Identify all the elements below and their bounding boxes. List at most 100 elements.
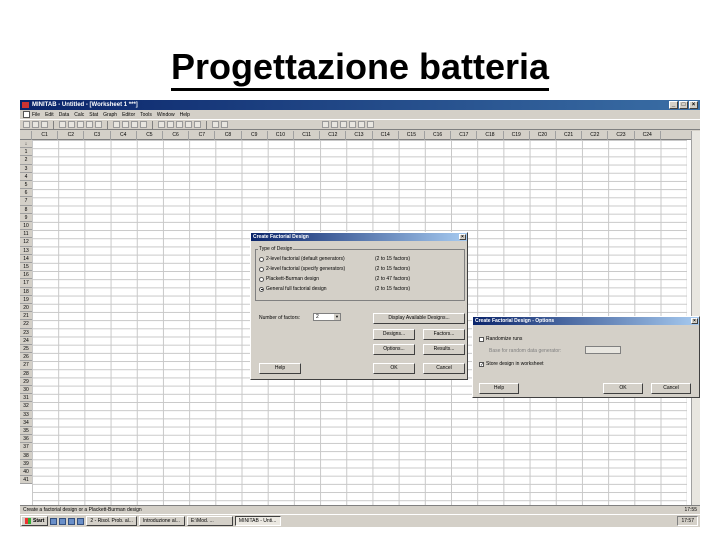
redo-icon[interactable] — [95, 121, 102, 128]
check-icon[interactable] — [367, 121, 374, 128]
row-header[interactable]: 1 — [20, 148, 32, 157]
row-header[interactable]: 32 — [20, 402, 32, 411]
column-header[interactable]: C2 — [58, 131, 85, 140]
tool-icon[interactable] — [212, 121, 219, 128]
column-header[interactable]: C11 — [294, 131, 321, 140]
column-header[interactable]: C21 — [556, 131, 583, 140]
row-header[interactable]: 33 — [20, 410, 32, 419]
column-header[interactable]: C17 — [451, 131, 478, 140]
last-dialog-icon[interactable] — [113, 121, 120, 128]
column-header[interactable]: C15 — [399, 131, 425, 140]
row-header[interactable]: 34 — [20, 418, 32, 427]
row-header[interactable]: 12 — [20, 238, 32, 247]
factors-button[interactable]: Factors... — [423, 329, 465, 340]
menu-edit[interactable]: Edit — [45, 112, 54, 118]
dialog-close-button[interactable]: × — [459, 234, 466, 240]
column-header[interactable]: C23 — [608, 131, 635, 140]
column-header[interactable]: C3 — [84, 131, 111, 140]
column-header[interactable]: C20 — [530, 131, 556, 140]
row-header[interactable]: 7 — [20, 197, 32, 206]
radio-general-full-factorial[interactable]: General full factorial design — [259, 286, 327, 292]
row-header[interactable]: 10 — [20, 222, 32, 231]
row-header[interactable]: 15 — [20, 263, 32, 272]
move-column-icon[interactable] — [349, 121, 356, 128]
menu-help[interactable]: Help — [180, 112, 190, 118]
random-seed-input[interactable] — [585, 346, 621, 354]
row-header[interactable]: 11 — [20, 230, 32, 239]
column-header[interactable]: C18 — [477, 131, 504, 140]
column-header[interactable]: C16 — [425, 131, 452, 140]
row-header[interactable]: 35 — [20, 427, 32, 436]
taskbar-item-minitab[interactable]: MINITAB - Unti... — [234, 516, 281, 526]
row-header[interactable]: 8 — [20, 205, 32, 214]
column-header[interactable]: C6 — [163, 131, 190, 140]
quicklaunch-icon[interactable] — [77, 517, 85, 525]
column-header[interactable]: C10 — [268, 131, 294, 140]
row-header[interactable]: 26 — [20, 353, 32, 362]
help-icon[interactable] — [194, 121, 201, 128]
row-header[interactable]: 6 — [20, 189, 32, 198]
row-header[interactable]: 27 — [20, 361, 32, 370]
randomize-runs-checkbox[interactable]: Randomize runs — [479, 336, 522, 342]
radio-2level-specify[interactable]: 2-level factorial (specify generators) — [259, 266, 345, 272]
column-header[interactable]: C19 — [504, 131, 530, 140]
taskbar-item[interactable]: Introduzione al... — [138, 516, 185, 526]
paste-icon[interactable] — [77, 121, 84, 128]
column-header[interactable]: C5 — [137, 131, 163, 140]
graph-folder-icon[interactable] — [167, 121, 174, 128]
worksheet-icon[interactable] — [140, 121, 147, 128]
row-header[interactable]: 16 — [20, 271, 32, 280]
row-header[interactable]: 40 — [20, 468, 32, 477]
menu-window[interactable]: Window — [157, 112, 175, 118]
row-header[interactable]: ↓ — [20, 140, 32, 149]
info-icon[interactable] — [176, 121, 183, 128]
help-button[interactable]: Help — [259, 363, 301, 374]
quicklaunch-icon[interactable] — [68, 517, 76, 525]
store-design-checkbox[interactable]: ✓ Store design in worksheet — [479, 361, 544, 367]
delete-icon[interactable] — [358, 121, 365, 128]
menu-graph[interactable]: Graph — [103, 112, 117, 118]
number-of-factors-select[interactable]: 2 ▼ — [313, 313, 341, 321]
taskbar-item[interactable]: E:\Mod. ... — [186, 516, 233, 526]
row-header[interactable]: 28 — [20, 369, 32, 378]
minimize-button[interactable]: _ — [669, 101, 678, 109]
session-icon[interactable] — [131, 121, 138, 128]
row-header[interactable]: 39 — [20, 459, 32, 468]
display-available-designs-button[interactable]: Display Available Designs... — [373, 313, 465, 324]
menu-calc[interactable]: Calc — [74, 112, 84, 118]
column-header[interactable]: C12 — [320, 131, 347, 140]
row-header[interactable]: 19 — [20, 295, 32, 304]
column-header[interactable]: C24 — [635, 131, 661, 140]
row-header[interactable]: 22 — [20, 320, 32, 329]
row-header[interactable]: 25 — [20, 345, 32, 354]
undo-icon[interactable] — [86, 121, 93, 128]
column-header[interactable]: C8 — [215, 131, 242, 140]
menu-file[interactable]: File — [32, 112, 40, 118]
designs-button[interactable]: Designs... — [373, 329, 415, 340]
row-header[interactable]: 4 — [20, 172, 32, 181]
column-header[interactable]: C1 — [32, 131, 59, 140]
brush-icon[interactable] — [322, 121, 329, 128]
quicklaunch-icon[interactable] — [50, 517, 58, 525]
find-icon[interactable] — [122, 121, 129, 128]
row-header[interactable]: 41 — [20, 476, 32, 485]
row-header[interactable]: 20 — [20, 304, 32, 313]
column-header[interactable]: C9 — [242, 131, 268, 140]
taskbar-item[interactable]: 2 - Risol. Prob. al... — [86, 516, 137, 526]
column-header[interactable]: C14 — [373, 131, 399, 140]
menu-tools[interactable]: Tools — [140, 112, 152, 118]
options-help-button[interactable]: Help — [479, 383, 519, 394]
row-header[interactable]: 38 — [20, 451, 32, 460]
print-icon[interactable] — [41, 121, 48, 128]
quicklaunch-icon[interactable] — [59, 517, 67, 525]
cut-icon[interactable] — [59, 121, 66, 128]
column-header[interactable]: C4 — [111, 131, 137, 140]
radio-plackett-burman[interactable]: Plackett-Burman design — [259, 276, 319, 282]
column-insert-icon[interactable] — [340, 121, 347, 128]
corner-header[interactable] — [20, 131, 32, 140]
cancel-button[interactable]: Cancel — [423, 363, 465, 374]
row-header[interactable]: 3 — [20, 164, 32, 173]
menu-editor[interactable]: Editor — [122, 112, 135, 118]
row-header[interactable]: 14 — [20, 254, 32, 263]
row-header[interactable]: 21 — [20, 312, 32, 321]
